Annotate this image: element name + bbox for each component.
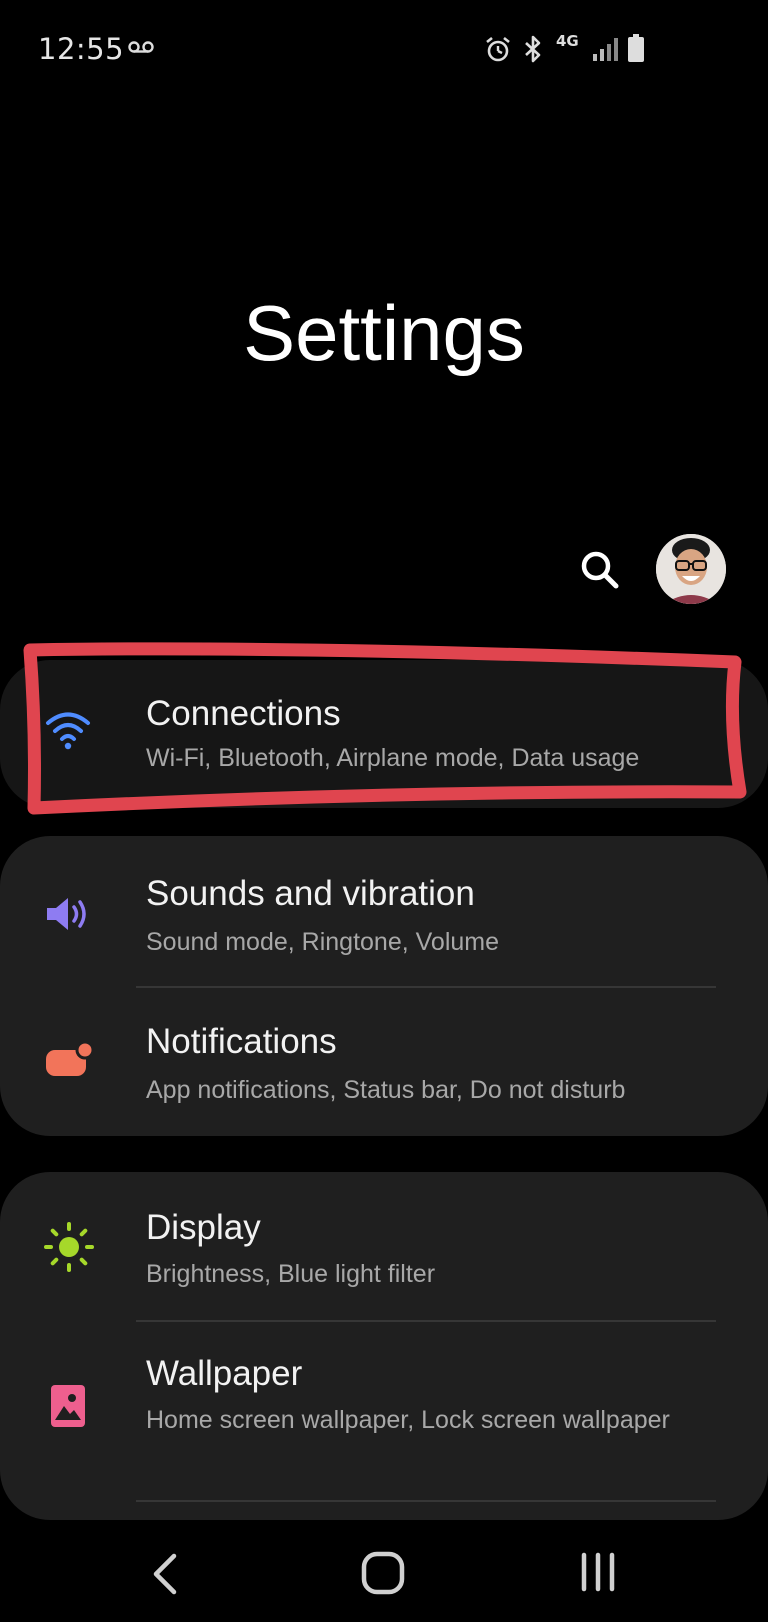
- wifi-icon: [46, 712, 90, 750]
- avatar-photo: [656, 534, 726, 604]
- display-item[interactable]: Display Brightness, Blue light filter: [0, 1172, 768, 1320]
- status-bar: 12:55 4G: [0, 0, 768, 100]
- notifications-subtitle: App notifications, Status bar, Do not di…: [146, 1076, 626, 1104]
- bluetooth-icon: [525, 35, 541, 63]
- page-title: Settings: [243, 289, 525, 377]
- sounds-and-vibration-item[interactable]: Sounds and vibration Sound mode, Rington…: [0, 836, 768, 986]
- wallpaper-icon: [51, 1385, 85, 1427]
- wallpaper-title: Wallpaper: [146, 1354, 303, 1393]
- voicemail-icon: [128, 41, 154, 53]
- connections-item[interactable]: Connections Wi-Fi, Bluetooth, Airplane m…: [0, 660, 768, 808]
- sounds-and-vibration-title: Sounds and vibration: [146, 874, 475, 913]
- navigation-bar: [0, 1530, 768, 1622]
- recents-icon[interactable]: [578, 1552, 618, 1592]
- divider: [136, 1500, 716, 1502]
- battery-icon: [628, 34, 644, 62]
- search-icon[interactable]: [578, 548, 622, 592]
- network-type-label: 4G: [556, 32, 579, 50]
- settings-group-display-wallpaper: Display Brightness, Blue light filter Wa…: [0, 1172, 768, 1520]
- back-icon[interactable]: [150, 1552, 180, 1596]
- display-title: Display: [146, 1208, 261, 1247]
- status-time: 12:55: [38, 32, 125, 66]
- wallpaper-item[interactable]: Wallpaper Home screen wallpaper, Lock sc…: [0, 1322, 768, 1498]
- home-icon[interactable]: [360, 1550, 406, 1596]
- settings-group-sounds-notifications: Sounds and vibration Sound mode, Rington…: [0, 836, 768, 1136]
- profile-avatar[interactable]: [656, 534, 726, 604]
- notification-icon: [46, 1040, 94, 1076]
- settings-group-connections: Connections Wi-Fi, Bluetooth, Airplane m…: [0, 660, 768, 808]
- connections-subtitle: Wi-Fi, Bluetooth, Airplane mode, Data us…: [146, 744, 640, 772]
- sounds-and-vibration-subtitle: Sound mode, Ringtone, Volume: [146, 928, 500, 956]
- display-subtitle: Brightness, Blue light filter: [146, 1260, 436, 1288]
- notifications-title: Notifications: [146, 1022, 337, 1061]
- wallpaper-subtitle: Home screen wallpaper, Lock screen wallp…: [146, 1406, 670, 1434]
- signal-icon: [593, 38, 618, 61]
- alarm-icon: [486, 36, 510, 62]
- brightness-icon: [44, 1222, 94, 1272]
- speaker-icon: [47, 898, 86, 930]
- connections-title: Connections: [146, 694, 341, 733]
- notifications-item[interactable]: Notifications App notifications, Status …: [0, 988, 768, 1136]
